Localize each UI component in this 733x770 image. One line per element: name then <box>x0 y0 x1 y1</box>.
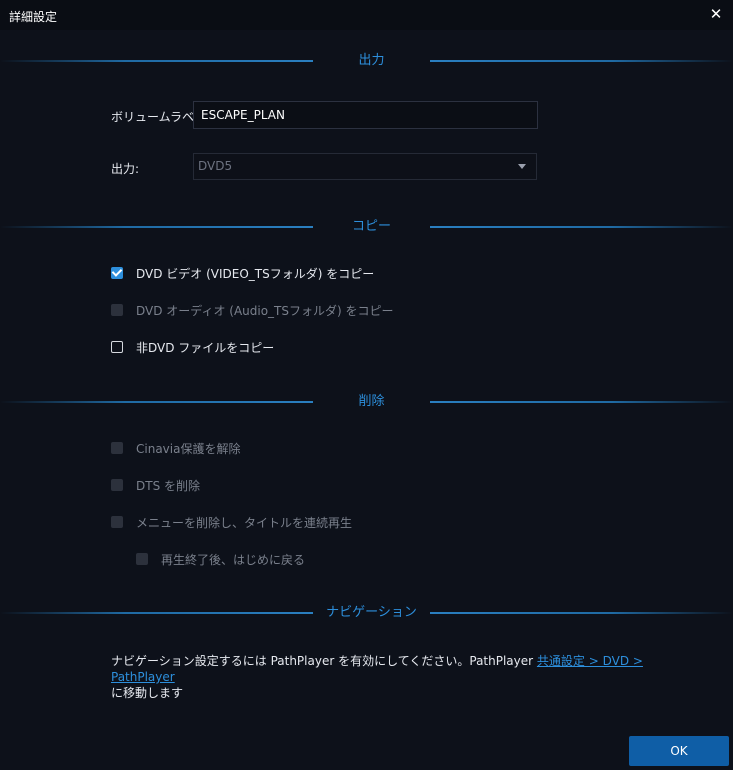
section-divider <box>430 401 733 403</box>
navigation-info-text: ナビゲーション設定するには PathPlayer を有効にしてください。Path… <box>111 653 671 701</box>
output-label: 出力: <box>111 162 140 176</box>
checkbox-disabled <box>111 442 123 454</box>
section-divider <box>430 226 733 228</box>
checkbox-label: 非DVD ファイルをコピー <box>136 341 275 355</box>
section-title-remove: 削除 <box>358 394 385 409</box>
navigation-text-before: ナビゲーション設定するには PathPlayer を有効にしてください。Path… <box>111 654 537 668</box>
section-title-navigation: ナビゲーション <box>326 605 417 620</box>
section-header-output: 出力 <box>0 53 733 69</box>
section-divider <box>0 401 313 403</box>
output-select-value: DVD5 <box>198 159 233 173</box>
dialog-title: 詳細設定 <box>9 10 58 24</box>
checkbox-label: DVD オーディオ (Audio_TSフォルダ) をコピー <box>136 304 394 318</box>
checkbox-disabled <box>111 516 123 528</box>
ok-button[interactable]: OK <box>629 736 729 766</box>
checkbox-label: DVD ビデオ (VIDEO_TSフォルダ) をコピー <box>136 267 375 281</box>
section-title-copy: コピー <box>351 219 391 234</box>
checkbox-checked[interactable] <box>111 267 123 279</box>
section-title-output: 出力 <box>358 53 385 68</box>
close-icon[interactable]: ✕ <box>707 5 725 23</box>
section-divider <box>430 612 733 614</box>
title-bar: 詳細設定 ✕ <box>0 0 733 30</box>
section-divider <box>0 226 313 228</box>
section-divider <box>0 60 313 62</box>
checkbox-disabled <box>111 479 123 491</box>
checkbox-label: メニューを削除し、タイトルを連続再生 <box>136 516 353 530</box>
section-header-copy: コピー <box>0 219 733 235</box>
chevron-down-icon <box>518 164 526 169</box>
checkbox-label: Cinavia保護を解除 <box>136 442 241 456</box>
section-divider <box>0 612 313 614</box>
section-header-remove: 削除 <box>0 394 733 410</box>
navigation-text-after: に移動します <box>111 686 184 700</box>
section-divider <box>430 60 733 62</box>
checkbox-disabled <box>136 553 148 565</box>
checkbox-unchecked[interactable] <box>111 341 123 353</box>
section-header-navigation: ナビゲーション <box>0 605 733 621</box>
volume-label-input[interactable]: ESCAPE_PLAN <box>193 101 538 129</box>
output-select[interactable]: DVD5 <box>193 153 537 180</box>
checkbox-label: 再生終了後、はじめに戻る <box>161 553 306 567</box>
checkbox-label: DTS を削除 <box>136 479 201 493</box>
checkbox-disabled <box>111 304 123 316</box>
